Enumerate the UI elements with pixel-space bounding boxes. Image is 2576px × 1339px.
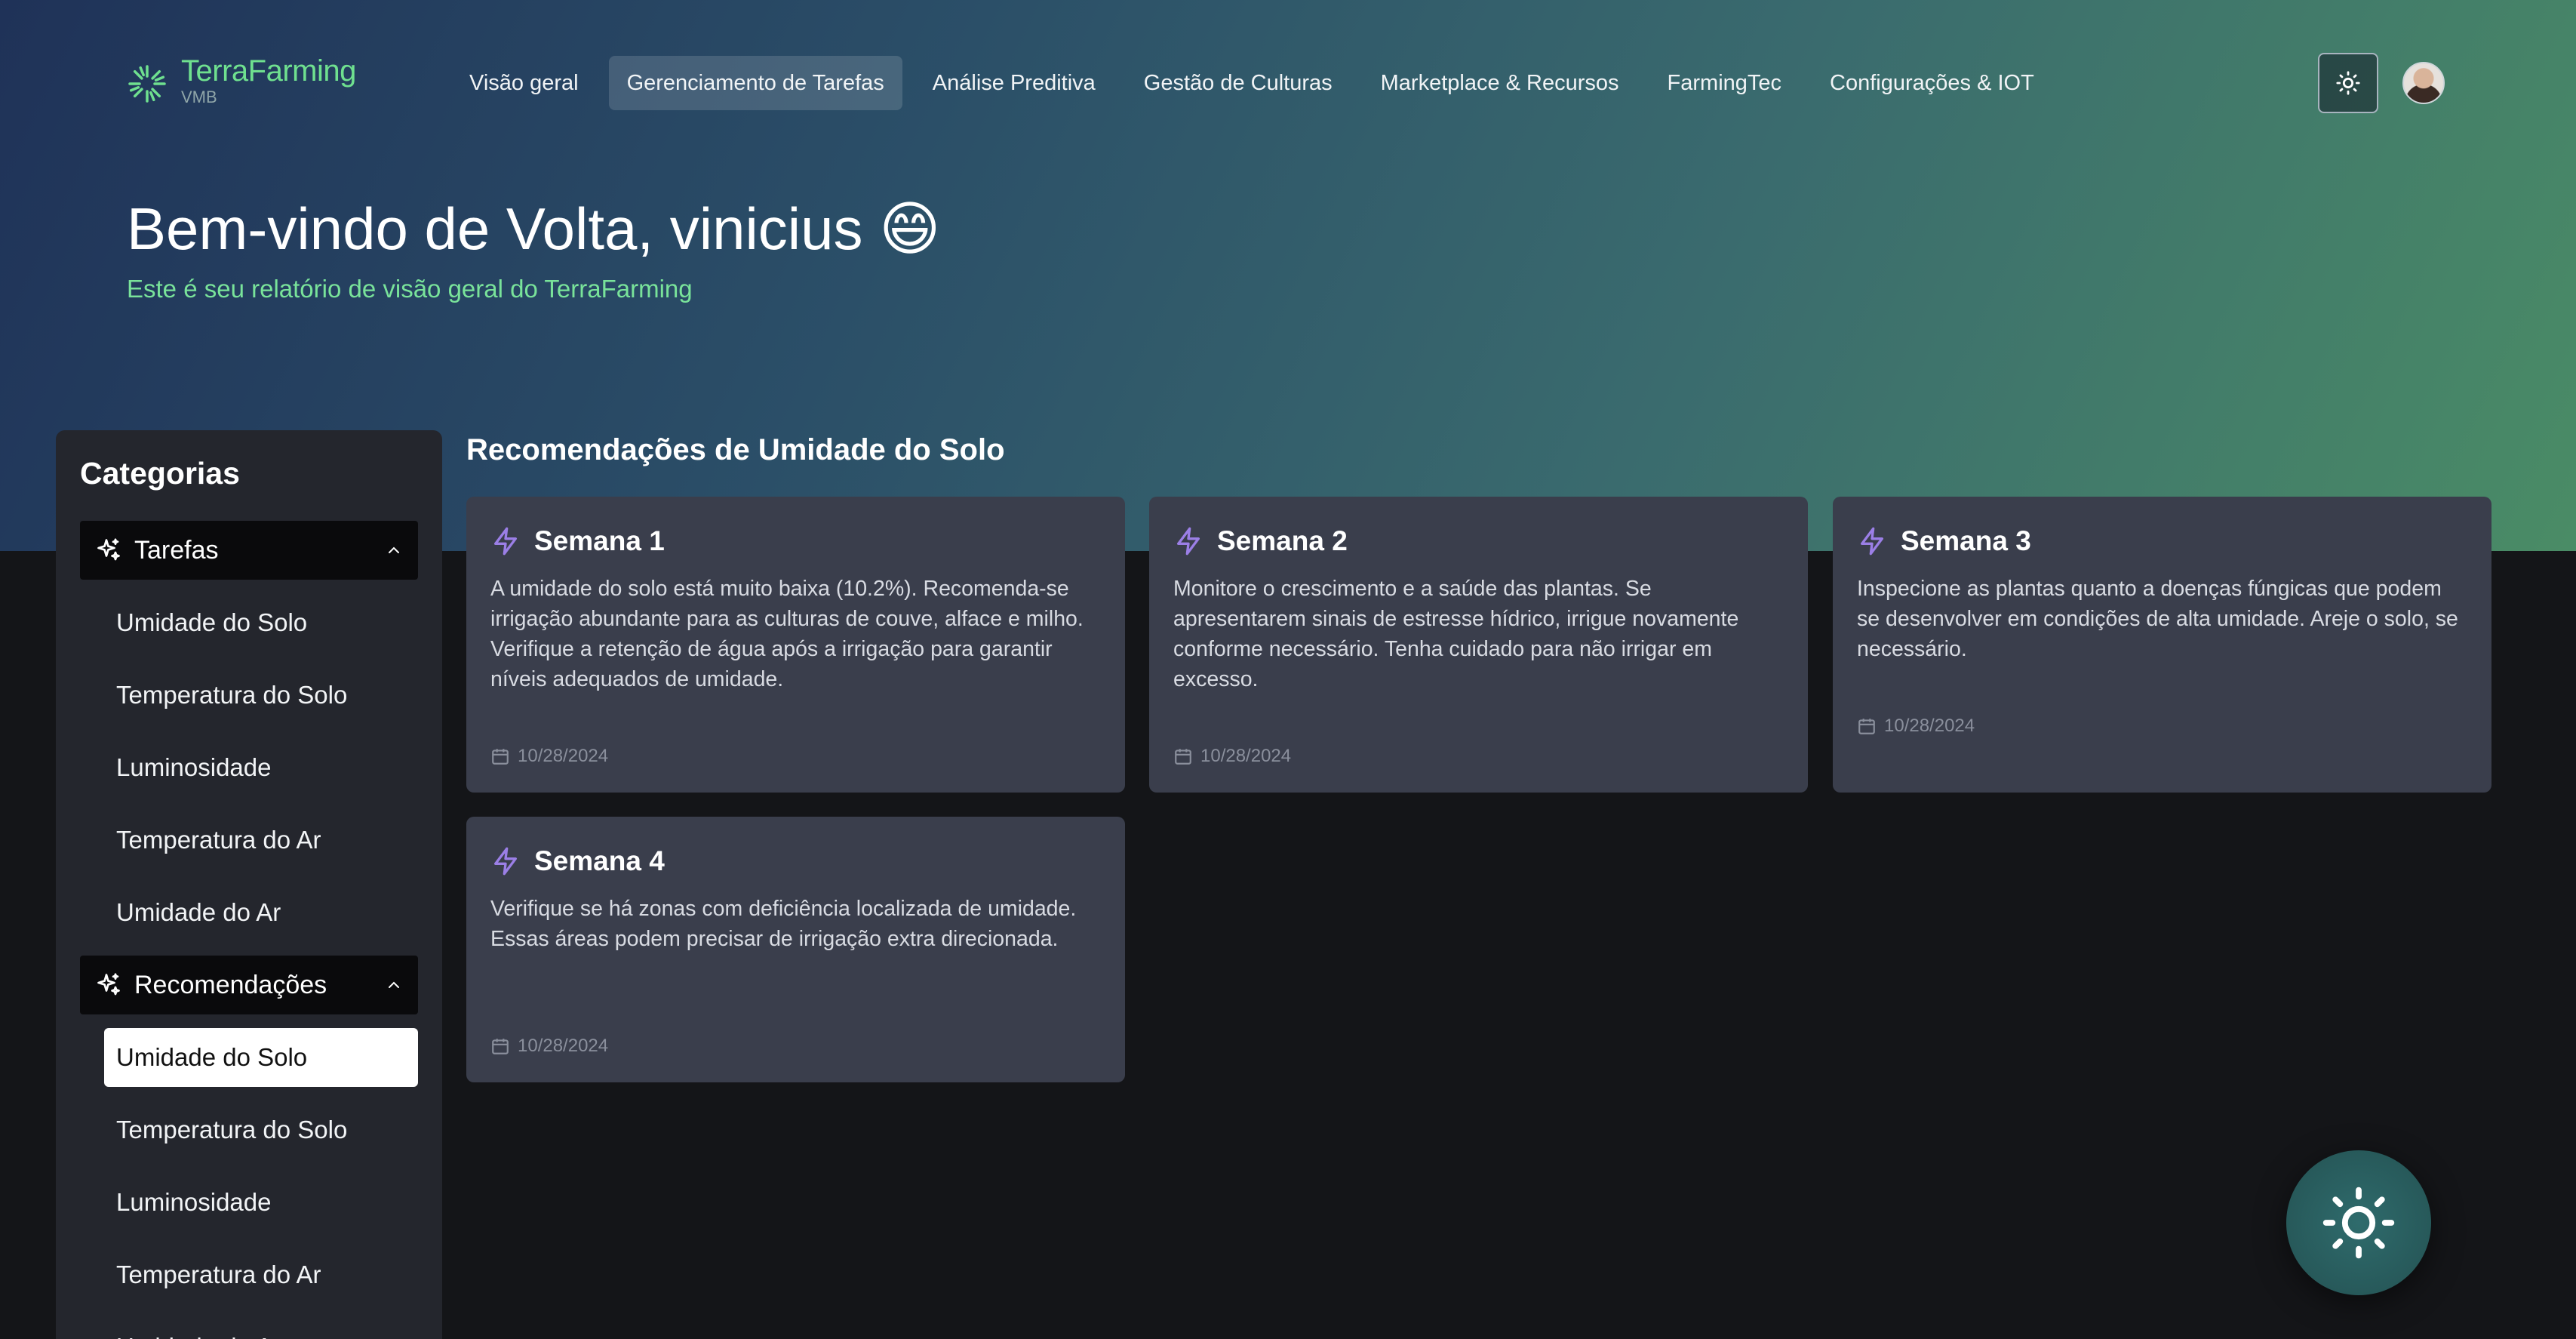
nav-item-configuracoes-iot[interactable]: Configurações & IOT (1812, 56, 2052, 110)
page: TerraFarming VMB Visão geral Gerenciamen… (0, 0, 2576, 1339)
sidebar-item-recomendacoes-luminosidade[interactable]: Luminosidade (104, 1173, 418, 1232)
nav-item-analise-preditiva[interactable]: Análise Preditiva (915, 56, 1114, 110)
chevron-up-icon (389, 546, 399, 553)
category-label-tarefas: Tarefas (134, 535, 219, 565)
sidebar-item-recomendacoes-umidade-ar[interactable]: Umidade do Ar (104, 1318, 418, 1339)
card-date-text: 10/28/2024 (1884, 716, 1975, 736)
card-text: Inspecione as plantas quanto a doenças f… (1857, 577, 2458, 661)
nav-item-visao-geral[interactable]: Visão geral (451, 56, 597, 110)
nav-item-gerenciamento-tarefas[interactable]: Gerenciamento de Tarefas (608, 56, 902, 110)
card-date-text: 10/28/2024 (518, 746, 609, 766)
calendar-icon (492, 1039, 509, 1054)
sunburst-logo-icon (128, 65, 166, 103)
categories-sidebar: Categorias Tarefas Umidade do Solo Tempe… (56, 430, 442, 1339)
card-date: 10/28/2024 (1857, 716, 1975, 737)
category-header-tarefas[interactable]: Tarefas (80, 521, 418, 580)
nav-item-farmingtec[interactable]: FarmingTec (1649, 56, 1800, 110)
sidebar-item-tarefas-temperatura-ar[interactable]: Temperatura do Ar (104, 811, 418, 870)
top-nav: Visão geral Gerenciamento de Tarefas Aná… (451, 56, 2064, 110)
card-date-text: 10/28/2024 (1200, 746, 1292, 766)
welcome-title: Bem-vindo de Volta, vinicius 😄 (127, 195, 941, 262)
card-title: Semana 2 (1217, 525, 1348, 556)
card-title: Semana 4 (534, 845, 665, 876)
sidebar-item-tarefas-temperatura-solo[interactable]: Temperatura do Solo (104, 666, 418, 725)
lightning-bolt-icon (494, 847, 517, 876)
recommendation-card[interactable]: Semana 3 Inspecione as plantas quanto a … (1833, 497, 2491, 793)
brand-subtitle: VMB (181, 88, 217, 106)
category-label-recomendacoes: Recomendações (134, 970, 327, 999)
chevron-up-icon (389, 981, 399, 988)
card-text: A umidade do solo está muito baixa (10.2… (490, 577, 1084, 691)
user-avatar[interactable] (2402, 62, 2445, 104)
sun-icon (2336, 71, 2360, 95)
sidebar-item-tarefas-umidade-solo[interactable]: Umidade do Solo (104, 593, 418, 652)
recommendation-card[interactable]: Semana 2 Monitore o crescimento e a saúd… (1149, 497, 1808, 793)
sidebar-item-recomendacoes-temperatura-solo[interactable]: Temperatura do Solo (104, 1100, 418, 1159)
sun-icon (2322, 1187, 2395, 1259)
card-text: Monitore o crescimento e a saúde das pla… (1173, 577, 1739, 691)
brand-name: TerraFarming (181, 54, 356, 88)
sparkles-icon (97, 973, 120, 996)
card-date: 10/28/2024 (1173, 746, 1291, 767)
floating-theme-button[interactable] (2286, 1150, 2431, 1295)
lightning-bolt-icon (494, 527, 517, 556)
welcome-subtitle: Este é seu relatório de visão geral do T… (127, 275, 693, 303)
logo[interactable]: TerraFarming VMB (127, 54, 356, 107)
recommendation-card[interactable]: Semana 1 A umidade do solo está muito ba… (466, 497, 1125, 793)
calendar-icon (1858, 719, 1875, 734)
section-title: Recomendações de Umidade do Solo (466, 433, 1005, 466)
calendar-icon (1175, 749, 1191, 765)
recommendation-card[interactable]: Semana 4 Verifique se há zonas com defic… (466, 817, 1125, 1082)
card-title: Semana 3 (1901, 525, 2031, 556)
lightning-bolt-icon (1177, 527, 1200, 556)
theme-toggle-button[interactable] (2318, 53, 2378, 113)
nav-item-marketplace[interactable]: Marketplace & Recursos (1363, 56, 1637, 110)
category-header-recomendacoes[interactable]: Recomendações (80, 956, 418, 1014)
sidebar-item-recomendacoes-temperatura-ar[interactable]: Temperatura do Ar (104, 1245, 418, 1304)
sidebar-item-recomendacoes-umidade-solo[interactable]: Umidade do Solo (104, 1028, 418, 1087)
nav-item-gestao-culturas[interactable]: Gestão de Culturas (1126, 56, 1351, 110)
card-date: 10/28/2024 (490, 746, 608, 767)
card-text: Verifique se há zonas com deficiência lo… (490, 897, 1077, 951)
sidebar-title: Categorias (80, 456, 240, 491)
sparkles-icon (97, 538, 120, 561)
card-title: Semana 1 (534, 525, 665, 556)
card-date: 10/28/2024 (490, 1036, 608, 1057)
lightning-bolt-icon (1861, 527, 1883, 556)
sidebar-item-tarefas-luminosidade[interactable]: Luminosidade (104, 738, 418, 797)
card-date-text: 10/28/2024 (518, 1036, 609, 1056)
sidebar-item-tarefas-umidade-ar[interactable]: Umidade do Ar (104, 883, 418, 942)
calendar-icon (492, 749, 509, 765)
